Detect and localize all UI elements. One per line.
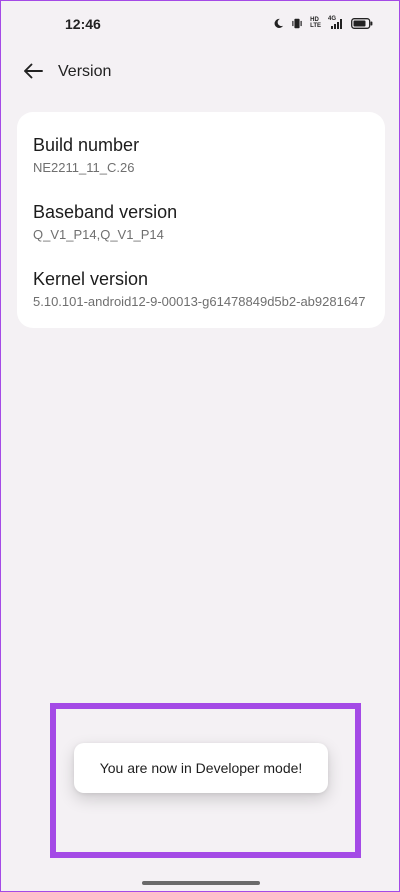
vibrate-icon	[291, 18, 303, 29]
toast-notification: You are now in Developer mode!	[74, 743, 328, 793]
arrow-left-icon	[24, 63, 43, 79]
back-button[interactable]	[19, 59, 47, 83]
toast-message: You are now in Developer mode!	[99, 760, 303, 776]
status-time: 12:46	[65, 16, 101, 32]
app-bar: Version	[1, 51, 400, 91]
moon-icon	[273, 18, 284, 29]
kernel-version-value: 5.10.101-android12-9-00013-g61478849d5b2…	[33, 294, 366, 309]
baseband-version-row[interactable]: Baseband version Q_V1_P14,Q_V1_P14	[33, 201, 377, 243]
status-bar: 12:46 HD LTE 4G	[1, 1, 400, 49]
page-title: Version	[58, 63, 112, 80]
signal-badge: 4G	[328, 16, 337, 22]
status-icons: HD LTE 4G	[273, 16, 373, 29]
signal-icon: 4G	[328, 16, 344, 29]
hd-lte-icon: HD LTE	[310, 17, 321, 29]
baseband-version-value: Q_V1_P14,Q_V1_P14	[33, 227, 164, 242]
kernel-version-title: Kernel version	[33, 269, 149, 289]
lte-label: LTE	[310, 23, 321, 29]
build-number-title: Build number	[33, 135, 140, 155]
kernel-version-row[interactable]: Kernel version 5.10.101-android12-9-0001…	[33, 268, 377, 310]
baseband-version-title: Baseband version	[33, 202, 178, 222]
build-number-row[interactable]: Build number NE2211_11_C.26	[33, 134, 377, 176]
build-number-value: NE2211_11_C.26	[33, 160, 135, 175]
version-info-card: Build number NE2211_11_C.26 Baseband ver…	[17, 112, 385, 328]
home-indicator[interactable]	[142, 881, 260, 885]
battery-icon	[351, 17, 373, 29]
